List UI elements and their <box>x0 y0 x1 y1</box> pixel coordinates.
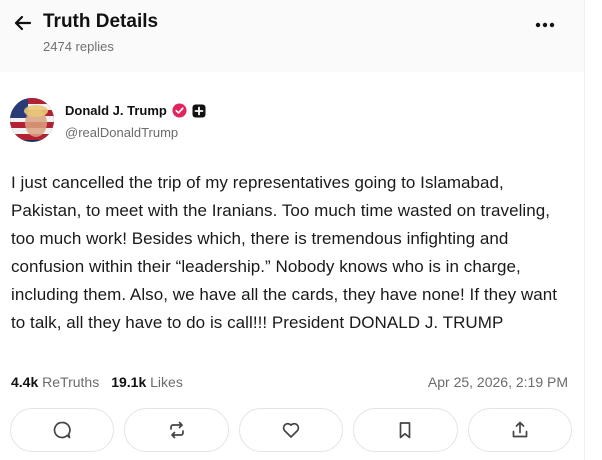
post-stats: 4.4k ReTruths 19.1k Likes <box>11 374 183 390</box>
share-button[interactable] <box>467 408 573 452</box>
page-title: Truth Details <box>43 11 159 32</box>
page-header: Truth Details 2474 replies <box>0 0 584 72</box>
plus-badge-icon <box>192 104 206 117</box>
reply-button[interactable] <box>10 408 115 452</box>
comment-icon <box>53 421 71 439</box>
more-options-button[interactable] <box>530 15 560 35</box>
author-handle[interactable]: @realDonaldTrump <box>65 125 178 140</box>
share-icon <box>512 421 528 438</box>
likes-label: Likes <box>150 374 183 390</box>
likes-stat[interactable]: 19.1k Likes <box>111 374 183 390</box>
post-timestamp: Apr 25, 2026, 2:19 PM <box>427 374 568 390</box>
like-button[interactable] <box>238 408 344 452</box>
retruths-label: ReTruths <box>42 374 100 390</box>
retruth-button[interactable] <box>124 408 229 452</box>
bookmark-icon <box>400 422 411 439</box>
action-bar <box>10 408 573 454</box>
back-button[interactable] <box>10 10 36 36</box>
avatar[interactable] <box>10 98 54 142</box>
bookmark-button[interactable] <box>353 408 458 452</box>
scrollbar[interactable] <box>584 0 602 460</box>
author-name-row[interactable]: Donald J. Trump <box>65 103 206 118</box>
heart-icon <box>282 422 300 438</box>
retruths-count: 4.4k <box>11 374 39 390</box>
reply-count: 2474 replies <box>43 39 114 54</box>
arrow-left-icon <box>14 15 32 31</box>
author-name[interactable]: Donald J. Trump <box>65 103 167 118</box>
verified-badge-icon <box>172 103 187 118</box>
post-body: I just cancelled the trip of my represen… <box>11 173 558 332</box>
more-dots-icon <box>535 22 555 28</box>
retruth-icon <box>169 421 184 439</box>
likes-count: 19.1k <box>111 374 147 390</box>
retruths-stat[interactable]: 4.4k ReTruths <box>11 374 99 390</box>
